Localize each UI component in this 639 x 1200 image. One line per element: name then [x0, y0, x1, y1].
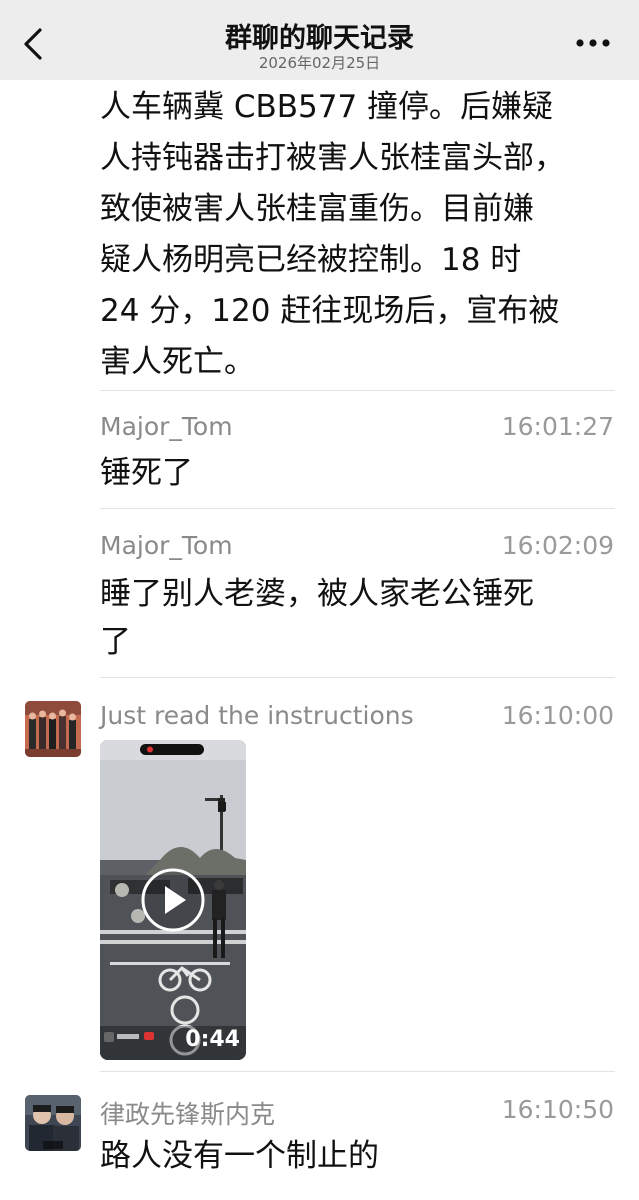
play-icon[interactable] [141, 868, 205, 932]
message-text[interactable]: 睡了别人老婆，被人家老公锤死 了 [100, 570, 610, 666]
chat-history-list[interactable]: 人车辆冀 CBB577 撞停。后嫌疑 人持钝器击打被害人张桂富头部， 致使被害人… [0, 80, 639, 1200]
message-line: 人车辆冀 CBB577 撞停。后嫌疑 [100, 89, 554, 125]
message-line: 了 [100, 624, 131, 660]
street-scene-video-frame [100, 740, 246, 1060]
message-line: 睡了别人老婆，被人家老公锤死 [100, 576, 534, 612]
message-text[interactable]: 路人没有一个制止的 [100, 1132, 610, 1180]
sender-name: Major_Tom [100, 531, 233, 560]
page-subtitle-date: 2026年02月25日 [258, 54, 381, 72]
message-line: 人持钝器击打被害人张桂富头部， [100, 140, 565, 176]
divider [100, 390, 615, 391]
message-text: 人车辆冀 CBB577 撞停。后嫌疑 人持钝器击打被害人张桂富头部， 致使被害人… [100, 82, 620, 388]
group-photo-avatar-image [25, 701, 81, 757]
sender-name: Major_Tom [100, 412, 233, 441]
message-line: 致使被害人张桂富重伤。目前嫌 [100, 191, 534, 227]
video-thumbnail[interactable]: 0:44 [100, 740, 246, 1060]
message-time: 16:01:27 [501, 412, 614, 441]
sender-name: 律政先锋斯内克 [100, 1100, 276, 1129]
avatar[interactable] [25, 701, 81, 757]
two-persons-avatar-image [25, 1095, 81, 1151]
avatar[interactable] [25, 1095, 81, 1151]
message-line: 24 分，120 赶往现场后，宣布被 [100, 293, 560, 329]
message-time: 16:10:00 [501, 701, 614, 730]
divider [100, 677, 615, 678]
sender-name: Just read the instructions [100, 701, 414, 730]
message-line: 疑人杨明亮已经被控制。18 时 [100, 242, 522, 278]
divider [100, 1071, 615, 1072]
page-title: 群聊的聊天记录 [225, 23, 414, 54]
message-time: 16:02:09 [501, 531, 614, 560]
message-line: 路人没有一个制止的 [100, 1138, 379, 1174]
video-duration: 0:44 [185, 1027, 240, 1052]
message-line: 锤死了 [100, 455, 193, 491]
message-time: 16:10:50 [501, 1095, 614, 1124]
message-text[interactable]: 锤死了 [100, 449, 610, 497]
message-line: 害人死亡。 [100, 344, 255, 380]
top-nav-bar: 群聊的聊天记录 2026年02月25日 [0, 0, 639, 80]
divider [100, 508, 615, 509]
more-dots-icon[interactable] [575, 38, 611, 48]
